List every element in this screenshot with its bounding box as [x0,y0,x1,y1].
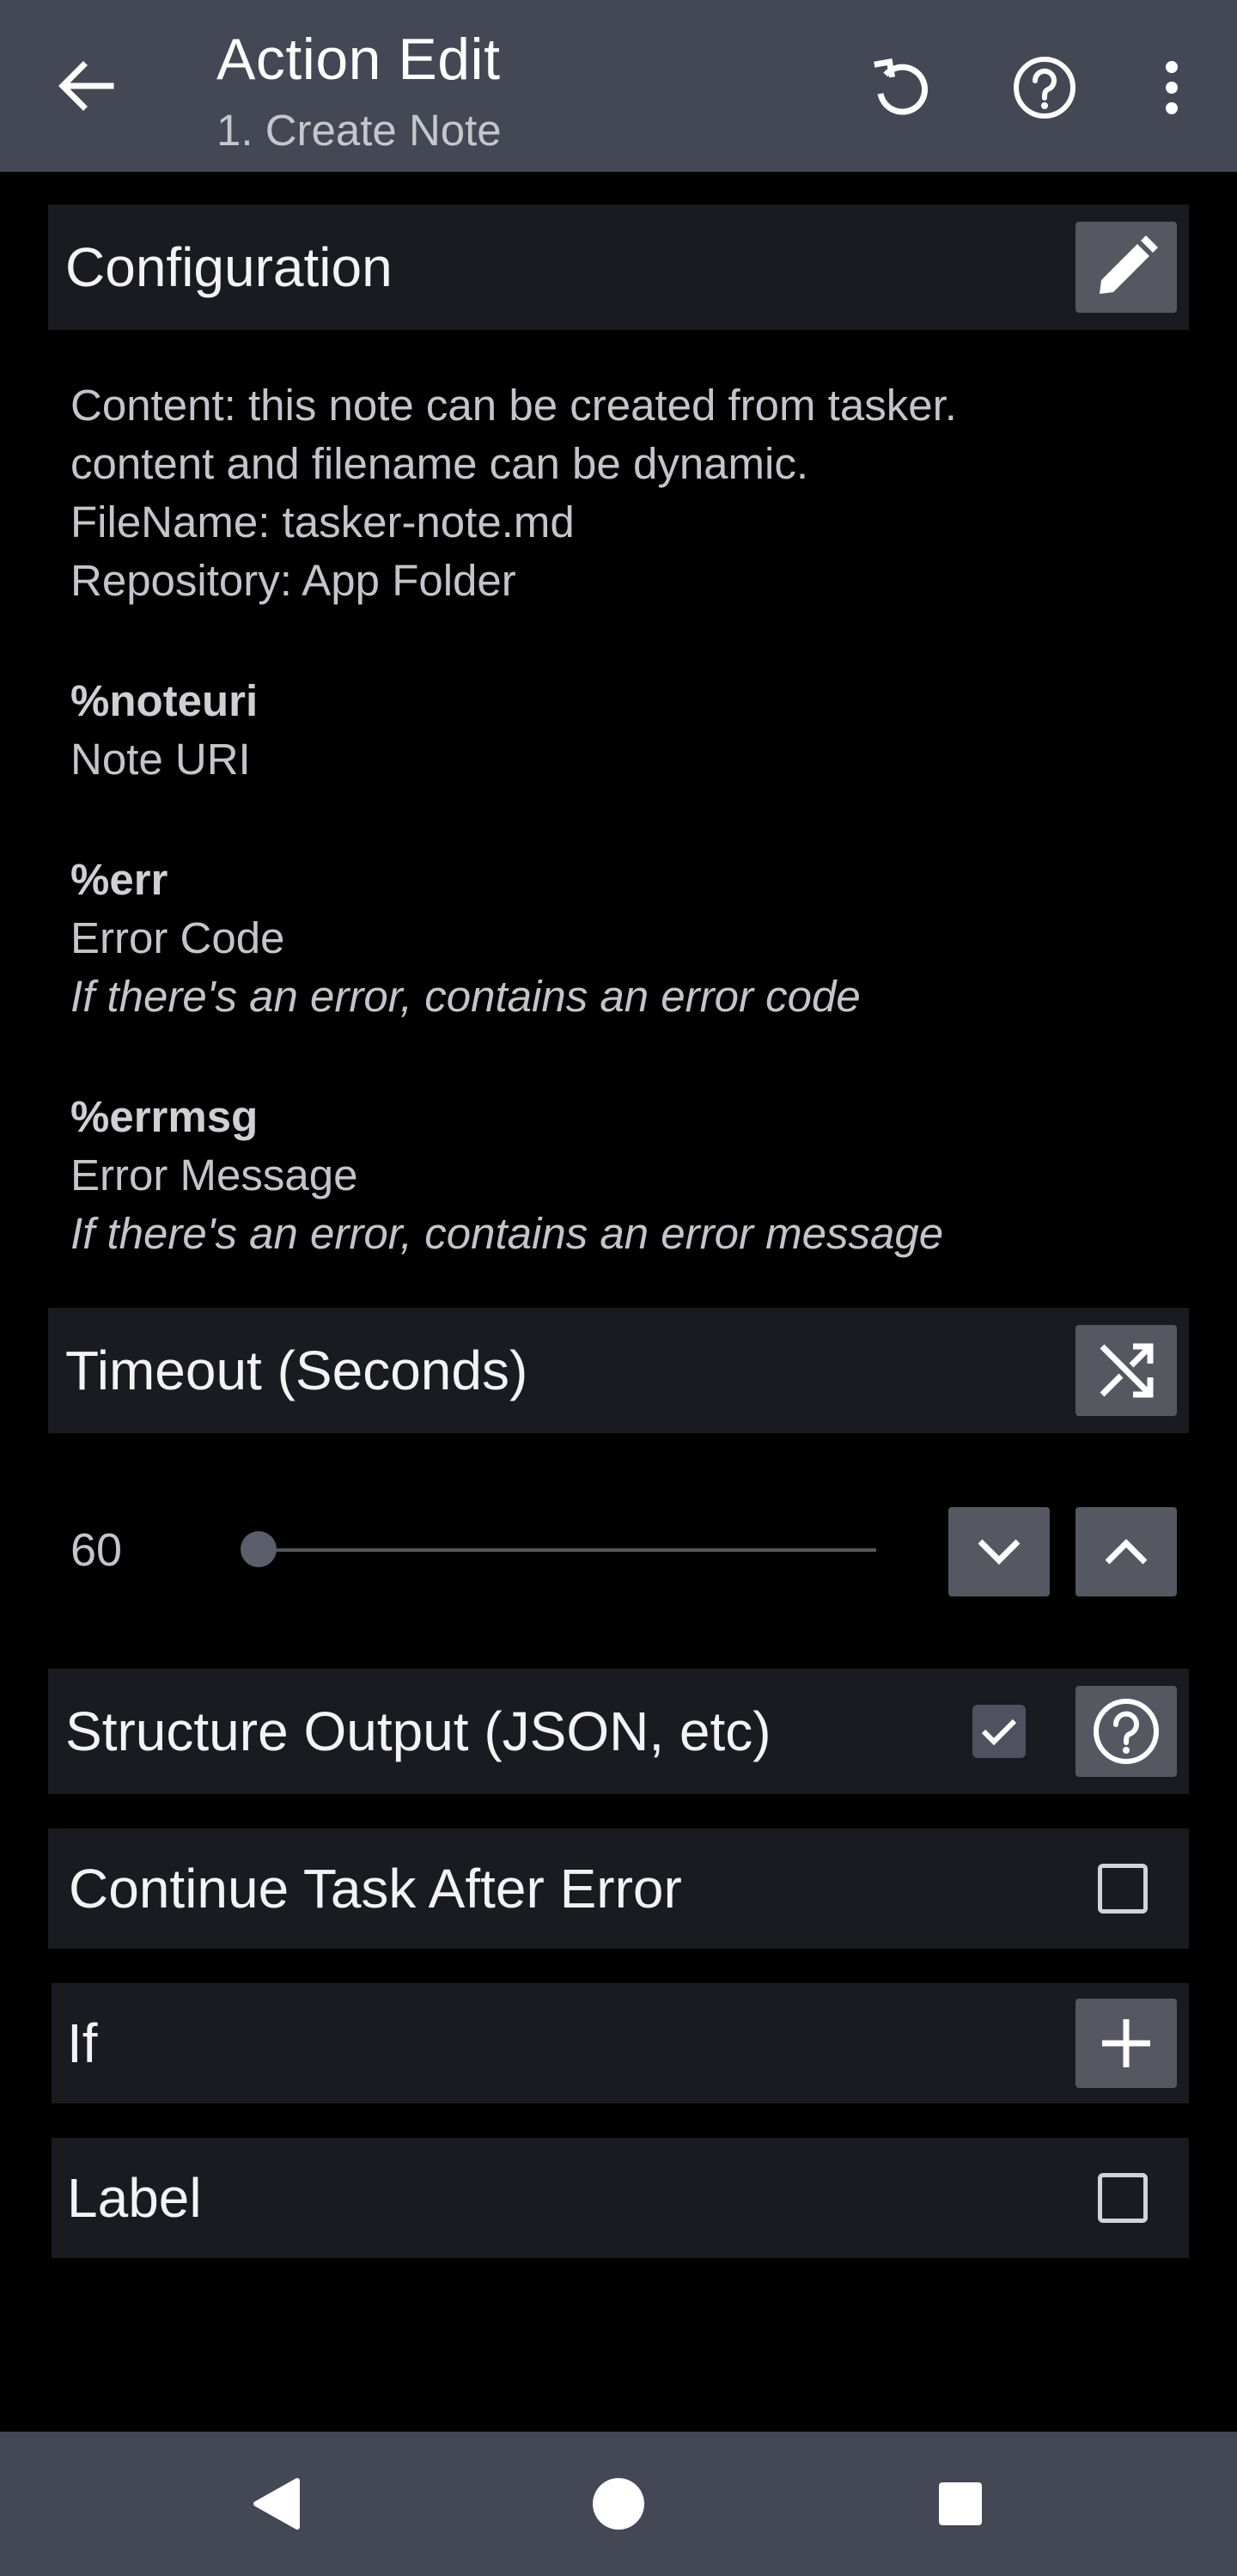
restore-icon [874,58,929,115]
timeout-decrease-button[interactable] [948,1507,1050,1596]
config-line-dynamic: content and filename can be dynamic. [70,439,809,488]
configuration-header: Configuration [48,204,1189,330]
continue-after-error-row[interactable]: Continue Task After Error [48,1828,1189,1949]
variable-label: Error Code [70,913,285,962]
page-title: Action Edit [216,27,501,92]
more-vertical-icon [1166,61,1178,114]
nav-home-button[interactable] [576,2461,661,2547]
help-circle-icon [1094,1699,1159,1764]
back-button[interactable] [48,52,124,120]
timeout-value: 60 [70,1524,123,1576]
continue-after-error-label: Continue Task After Error [69,1858,682,1920]
timeout-slider-track[interactable] [259,1548,876,1552]
timeout-variable-toggle-button[interactable] [1076,1325,1177,1416]
timeout-title: Timeout (Seconds) [65,1340,528,1401]
label-row[interactable]: Label [52,2138,1189,2258]
configuration-title: Configuration [65,236,393,298]
nav-back-button[interactable] [232,2461,318,2547]
label-checkbox[interactable] [1098,2173,1148,2223]
if-label: If [67,2012,98,2074]
app-bar: Action Edit 1. Create Note [0,0,1237,172]
structure-output-help-button[interactable] [1076,1686,1177,1777]
plus-icon [1102,2019,1150,2067]
label-label: Label [67,2167,202,2229]
config-line-filename: FileName: tasker-note.md [70,497,575,546]
edit-configuration-button[interactable] [1076,222,1177,313]
config-line-content: Content: this note can be created from t… [70,381,957,430]
nav-recents-icon [939,2482,982,2525]
help-button[interactable] [1007,50,1082,125]
shuffle-icon [1100,1343,1154,1398]
config-line-repository: Repository: App Folder [70,556,516,605]
structure-output-row: Structure Output (JSON, etc) [48,1669,1189,1794]
overflow-menu-button[interactable] [1134,50,1210,125]
chevron-up-icon [1105,1539,1148,1565]
nav-home-icon [593,2478,644,2530]
pencil-icon [1100,235,1158,294]
continue-after-error-checkbox[interactable] [1098,1864,1148,1914]
variable-note: If there's an error, contains an error c… [70,972,861,1021]
nav-recents-button[interactable] [917,2461,1003,2547]
variable-note: If there's an error, contains an error m… [70,1209,944,1258]
variable-name: %noteuri [70,676,259,725]
nav-back-icon [253,2478,300,2530]
variable-label: Error Message [70,1151,358,1199]
variable-name: %errmsg [70,1092,259,1141]
timeout-header: Timeout (Seconds) [48,1308,1189,1433]
configuration-summary: Content: this note can be created from t… [70,376,1187,1263]
structure-output-checkbox[interactable] [972,1705,1026,1758]
arrow-left-icon [58,61,114,111]
system-navigation-bar [0,2432,1237,2576]
checkmark-icon [981,1718,1017,1746]
timeout-slider-row: 60 [48,1502,1189,1598]
page-subtitle: 1. Create Note [216,106,502,155]
add-condition-button[interactable] [1076,1999,1177,2088]
chevron-down-icon [978,1539,1021,1565]
timeout-slider-thumb[interactable] [241,1531,277,1567]
if-condition-row: If [52,1983,1189,2103]
structure-output-label: Structure Output (JSON, etc) [65,1700,771,1762]
variable-name: %err [70,855,168,904]
timeout-increase-button[interactable] [1076,1507,1177,1596]
help-circle-icon [1014,57,1076,119]
variable-label: Note URI [70,735,251,784]
reset-button[interactable] [862,50,938,125]
